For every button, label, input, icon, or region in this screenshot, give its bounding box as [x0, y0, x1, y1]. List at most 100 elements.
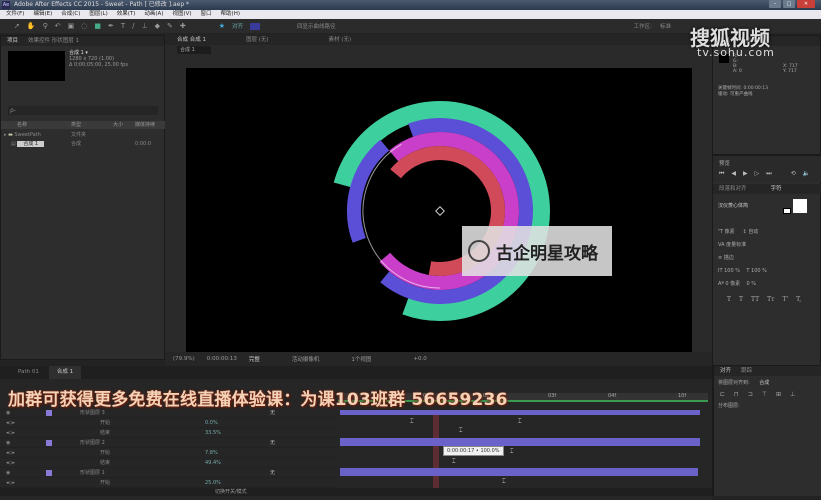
keyframe-nav-icon[interactable]: ◂◇▸ — [6, 428, 15, 438]
timeline-layer-row[interactable]: ◂◇▸ 开始 7.8% — [0, 448, 338, 458]
label-color[interactable] — [46, 440, 52, 446]
timeline-layer-row[interactable]: ◂◇▸ 结束 49.4% — [0, 458, 338, 468]
align-left-icon[interactable]: ⊏ — [720, 391, 725, 398]
puppet-tool-icon[interactable]: ✚ — [180, 22, 186, 30]
project-search-input[interactable]: ρ- — [8, 106, 158, 115]
keyframe-nav-icon[interactable]: ◂◇▸ — [6, 478, 15, 488]
layer-bar-2[interactable] — [340, 438, 700, 446]
tab-footage[interactable]: 素材 (无) — [329, 35, 352, 45]
property-value[interactable]: 25.0% — [205, 478, 221, 488]
roto-tool-icon[interactable]: ✎ — [167, 22, 173, 30]
menu-layer[interactable]: 图层(L) — [89, 10, 107, 19]
magnification-select[interactable]: (79.9%) — [173, 356, 195, 362]
horizontal-scale-field[interactable]: 100 % — [751, 268, 767, 274]
all-caps-button[interactable]: TT — [751, 296, 759, 303]
tab-character[interactable]: 字符 — [771, 184, 782, 194]
keyframe-nav-icon[interactable]: ◂◇▸ — [6, 448, 15, 458]
timeline-layer-row[interactable]: ◂◇▸ 开始 0.0% — [0, 418, 338, 428]
align-to-select[interactable]: 合成 — [759, 380, 769, 386]
layer-bar-1[interactable] — [340, 468, 698, 476]
camera-tool-icon[interactable]: ▣ — [68, 22, 75, 30]
selection-tool-icon[interactable]: ➚ — [14, 22, 20, 30]
timeline-layer-row[interactable]: ◂◇▸ 开始 25.0% — [0, 478, 338, 488]
maximize-button[interactable]: □ — [783, 0, 795, 8]
play-icon[interactable]: ▶ — [743, 170, 748, 178]
tab-path01[interactable]: Path 01 — [18, 366, 39, 379]
tab-comp1[interactable]: 合成 1 — [48, 366, 82, 379]
project-item-folder[interactable]: ▸ ▬ SweetPath 文件夹 — [1, 131, 166, 139]
timeline-layer-row[interactable]: ◉ 形状图层 2 无 — [0, 438, 338, 448]
col-size[interactable]: 大小 — [113, 121, 135, 129]
prev-frame-icon[interactable]: ◀ — [731, 170, 736, 178]
keyframe[interactable]: ⌶ — [502, 478, 506, 486]
keyframe[interactable]: ⌶ — [410, 418, 414, 426]
small-caps-button[interactable]: Tт — [767, 296, 774, 303]
camera-select[interactable]: 活动摄像机 — [292, 355, 320, 363]
menu-edit[interactable]: 编辑(E) — [33, 10, 52, 19]
fill-color-swatch[interactable] — [793, 199, 807, 213]
stamp-tool-icon[interactable]: ⊥ — [141, 22, 147, 30]
label-color[interactable] — [46, 470, 52, 476]
label-color[interactable] — [46, 410, 52, 416]
eraser-tool-icon[interactable]: ◆ — [155, 22, 160, 30]
next-frame-icon[interactable]: ▷ — [755, 170, 760, 178]
current-time[interactable]: 0:00:00:13 — [207, 356, 237, 362]
property-value[interactable]: 7.8% — [205, 448, 218, 458]
fill-swatch[interactable] — [250, 22, 261, 30]
leading-field[interactable]: 自动 — [748, 229, 758, 235]
layer-bar-3[interactable] — [340, 410, 700, 415]
comp-breadcrumb[interactable]: 合成 1 — [177, 46, 211, 54]
loop-icon[interactable]: ⟲ — [791, 170, 796, 178]
col-duration[interactable]: 媒体持续 — [135, 121, 155, 129]
align-hcenter-icon[interactable]: ⊓ — [734, 391, 739, 398]
keyframe[interactable]: ⌶ — [452, 458, 456, 466]
vertical-scale-field[interactable]: 100 % — [724, 268, 740, 274]
tab-tracker[interactable]: 跟踪 — [741, 366, 752, 376]
workspace-select[interactable]: 标准 — [660, 22, 671, 30]
menu-window[interactable]: 窗口 — [201, 10, 212, 19]
menu-animation[interactable]: 动画(A) — [144, 10, 163, 19]
parent-select[interactable]: 无 — [270, 438, 275, 448]
project-item-comp[interactable]: ▤ 合成 1 合成 0:00:0 — [1, 140, 166, 148]
star-icon[interactable]: ★ — [219, 22, 225, 30]
text-tool-icon[interactable]: T — [121, 22, 125, 30]
stroke-color-swatch[interactable] — [783, 208, 791, 214]
audio-icon[interactable]: 🔈 — [803, 170, 810, 178]
rectangle-tool-icon[interactable]: ■ — [94, 22, 101, 30]
last-frame-icon[interactable]: ⏭ — [766, 170, 771, 178]
menu-view[interactable]: 视图(V) — [172, 10, 191, 19]
menu-effect[interactable]: 效果(T) — [117, 10, 136, 19]
property-value[interactable]: 49.4% — [205, 458, 221, 468]
menu-help[interactable]: 帮助(H) — [221, 10, 240, 19]
stroke-field[interactable]: 描边 — [724, 255, 734, 261]
close-button[interactable]: ✕ — [797, 0, 815, 8]
col-type[interactable]: 类型 — [71, 121, 113, 129]
pan-tool-icon[interactable]: ◌ — [81, 22, 87, 30]
brush-tool-icon[interactable]: ∕ — [132, 22, 134, 30]
align-vcenter-icon[interactable]: ⊞ — [776, 391, 781, 398]
first-frame-icon[interactable]: ⏮ — [719, 170, 724, 178]
faux-italic-button[interactable]: T — [739, 296, 743, 303]
kerning-field[interactable]: 度量标准 — [726, 242, 746, 248]
parent-select[interactable]: 无 — [270, 468, 275, 478]
keyframe[interactable]: ⌶ — [510, 448, 514, 456]
keyframe-nav-icon[interactable]: ◂◇▸ — [6, 458, 15, 468]
tab-align[interactable]: 对齐 — [720, 366, 731, 376]
minimize-button[interactable]: – — [769, 0, 781, 8]
col-name[interactable]: 名称 — [1, 121, 71, 129]
resolution-select[interactable]: 完整 — [249, 355, 260, 363]
visibility-icon[interactable]: ◉ — [6, 438, 10, 448]
property-value[interactable]: 33.5% — [205, 428, 221, 438]
motion-path-toggle[interactable]: 四显示曲线路径 — [297, 22, 336, 30]
menu-file[interactable]: 文件(F) — [6, 10, 24, 19]
subscript-button[interactable]: T, — [796, 296, 801, 303]
rotate-tool-icon[interactable]: ↶ — [55, 22, 61, 30]
tab-project[interactable]: 项目 — [7, 36, 18, 46]
timeline-layer-row[interactable]: ◂◇▸ 结束 33.5% — [0, 428, 338, 438]
tab-paragraph[interactable]: 段落和对齐 — [719, 184, 747, 194]
hand-tool-icon[interactable]: ✋ — [27, 22, 36, 30]
align-right-icon[interactable]: ⊐ — [748, 391, 753, 398]
align-bottom-icon[interactable]: ⊥ — [790, 391, 795, 398]
superscript-button[interactable]: T' — [782, 296, 788, 303]
tab-composition[interactable]: 合成 合成 1 — [177, 35, 206, 45]
